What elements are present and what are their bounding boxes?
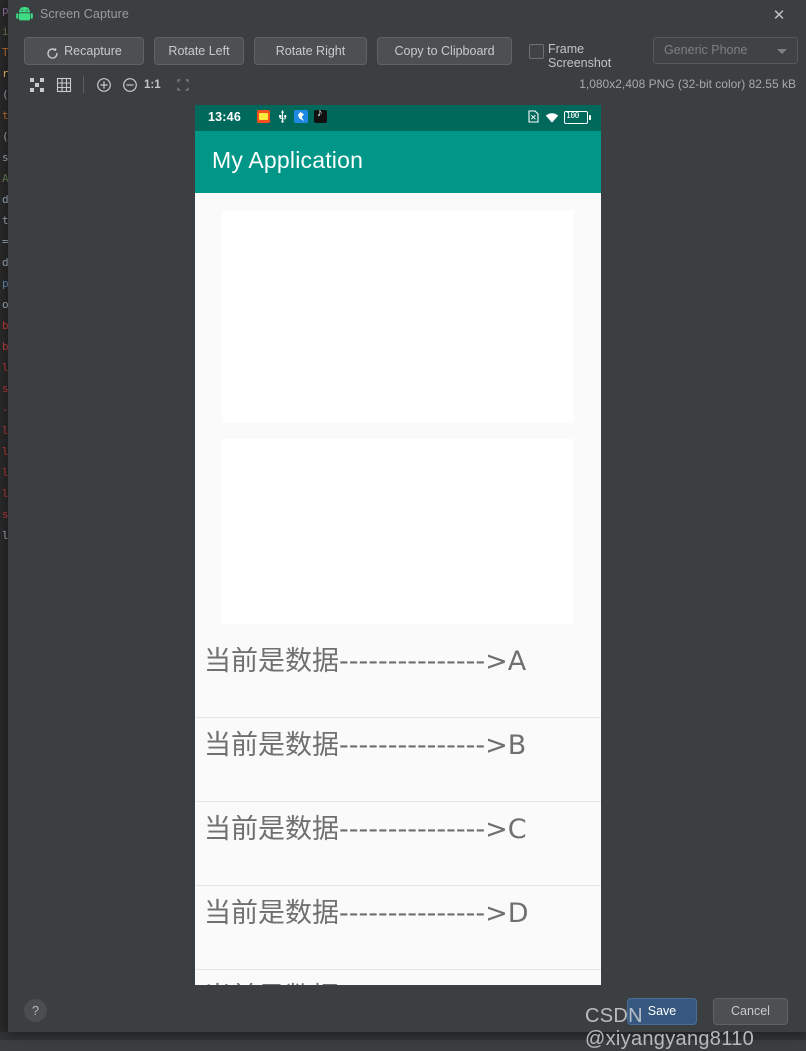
android-app-bar: My Application (195, 131, 601, 193)
list-item[interactable]: 当前是数据--------------->D (195, 886, 601, 970)
view-toolbar: 1:1 1,080x2,408 PNG (32-bit color) 82.55… (8, 74, 806, 100)
content-card-top (222, 210, 574, 423)
screen-capture-dialog: Screen Capture ✕ Recapture Rotate Left R… (8, 0, 806, 1032)
data-list[interactable]: 当前是数据--------------->A 当前是数据------------… (195, 634, 601, 985)
list-item[interactable]: 当前是数据--------------->A (195, 634, 601, 718)
android-robot-icon (16, 6, 33, 22)
close-icon[interactable]: ✕ (769, 6, 789, 26)
device-frame-select[interactable]: Generic Phone (653, 37, 798, 64)
frame-screenshot-label: Frame Screenshot (548, 42, 612, 70)
list-item[interactable]: 当前是数据--------------->E (195, 970, 601, 985)
copy-to-clipboard-button[interactable]: Copy to Clipboard (377, 37, 512, 65)
fit-to-window-icon[interactable] (26, 74, 48, 96)
device-screenshot: 13:46 ♪ 100 My Application 当前是数据--------… (195, 105, 601, 985)
grid-toggle-icon[interactable] (53, 74, 75, 96)
refresh-icon (46, 43, 59, 59)
running-app-icon (294, 110, 308, 123)
content-card-bottom (222, 439, 574, 624)
list-item-label: 当前是数据--------------->E (204, 977, 586, 985)
file-info-label: 1,080x2,408 PNG (32-bit color) 82.55 kB (579, 77, 796, 91)
battery-level-label: 100 (566, 111, 579, 120)
status-clock: 13:46 (208, 110, 241, 124)
frame-screenshot-checkbox[interactable] (529, 44, 544, 59)
screenshot-canvas[interactable]: 13:46 ♪ 100 My Application 当前是数据--------… (8, 100, 806, 985)
wifi-icon (545, 111, 559, 123)
list-item-label: 当前是数据--------------->D (204, 898, 529, 929)
android-status-bar: 13:46 ♪ 100 (195, 105, 601, 131)
recapture-button-label: Recapture (64, 44, 122, 58)
list-item[interactable]: 当前是数据--------------->C (195, 802, 601, 886)
dialog-title: Screen Capture (40, 7, 129, 21)
app-content: 当前是数据--------------->A 当前是数据------------… (195, 193, 601, 985)
list-item[interactable]: 当前是数据--------------->B (195, 718, 601, 802)
app-title: My Application (212, 147, 364, 173)
app-notification-icon (257, 110, 270, 123)
toolbar-separator (83, 76, 84, 93)
list-item-label: 当前是数据--------------->A (204, 646, 527, 677)
dialog-toolbar: Recapture Rotate Left Rotate Right Copy … (8, 31, 806, 72)
selection-tool-icon[interactable] (172, 74, 194, 96)
rotate-right-button[interactable]: Rotate Right (254, 37, 367, 65)
dialog-titlebar: Screen Capture ✕ (8, 0, 806, 31)
device-frame-select-value: Generic Phone (664, 43, 748, 57)
list-item-label: 当前是数据--------------->C (204, 814, 527, 845)
recapture-button[interactable]: Recapture (24, 37, 144, 65)
zoom-out-icon[interactable] (119, 74, 141, 96)
watermark-text: CSDN @xiyangyang8110 (585, 1005, 754, 1050)
chevron-down-icon (777, 49, 787, 54)
battery-icon: 100 (564, 111, 591, 124)
rotate-left-button[interactable]: Rotate Left (154, 37, 244, 65)
zoom-in-icon[interactable] (93, 74, 115, 96)
actual-size-icon[interactable]: 1:1 (144, 74, 168, 96)
help-button[interactable]: ? (24, 999, 47, 1022)
no-sim-icon (528, 110, 539, 123)
usb-icon (278, 109, 287, 123)
tiktok-icon (314, 107, 327, 123)
list-item-label: 当前是数据--------------->B (204, 730, 527, 761)
